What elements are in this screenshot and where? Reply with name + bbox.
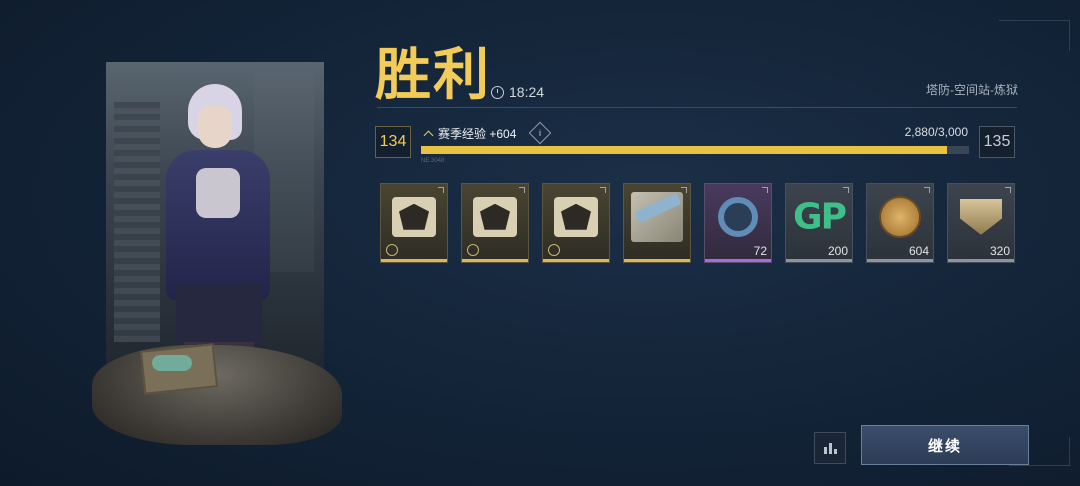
reward-item[interactable] <box>380 183 448 263</box>
match-time-value: 18:24 <box>509 84 545 100</box>
result-title: 胜利 <box>375 43 491 108</box>
shield-token-icon <box>960 198 1002 235</box>
header-divider <box>377 107 1017 108</box>
reward-item[interactable]: 320 <box>947 183 1015 263</box>
current-level-badge: 134 <box>375 126 411 158</box>
next-level-badge: 135 <box>979 126 1015 158</box>
weapon-skin-icon <box>631 191 683 242</box>
season-xp-text: 赛季经验 +604 <box>438 127 517 141</box>
match-time: 18:24 <box>491 84 544 100</box>
xp-progress-bar <box>421 146 969 154</box>
game-mode-label: 塔防-空间站-炼狱 <box>926 83 1018 97</box>
reward-quantity: 72 <box>753 244 767 258</box>
xp-small-code: NE.3048 <box>421 158 445 164</box>
chevron-up-icon <box>423 130 434 141</box>
emblem-card-icon <box>392 196 436 237</box>
clock-icon <box>491 85 504 99</box>
emblem-card-icon <box>473 196 517 237</box>
reward-quantity: 604 <box>908 244 929 258</box>
gp-currency-icon: GP <box>793 196 847 238</box>
reward-item[interactable]: 72 <box>704 183 772 263</box>
badge-icon <box>467 244 479 256</box>
reward-quantity: 320 <box>989 244 1010 258</box>
badge-icon <box>386 244 398 256</box>
bar-chart-icon <box>823 447 827 454</box>
info-icon[interactable]: i <box>528 121 552 145</box>
reward-item[interactable] <box>623 183 691 263</box>
corner-decoration-top <box>999 20 1070 51</box>
reward-list: 72 GP 200 604 320 <box>380 183 1015 263</box>
ring-token-icon <box>718 196 758 237</box>
statistics-button[interactable] <box>814 432 846 464</box>
reward-item[interactable]: GP 200 <box>785 183 853 263</box>
xp-count: 2,880/3,000 <box>904 125 968 139</box>
badge-icon <box>548 244 560 256</box>
character-pedestal <box>72 325 350 455</box>
season-xp-label: 赛季经验 +604 <box>423 125 517 142</box>
coin-currency-icon <box>879 195 921 238</box>
emblem-card-icon <box>554 196 598 237</box>
reward-item[interactable]: 604 <box>866 183 934 263</box>
reward-item[interactable] <box>542 183 610 263</box>
xp-progress-fill <box>421 146 948 154</box>
reward-quantity: 200 <box>827 244 848 258</box>
continue-button[interactable]: 继续 <box>861 425 1029 465</box>
reward-item[interactable] <box>461 183 529 263</box>
